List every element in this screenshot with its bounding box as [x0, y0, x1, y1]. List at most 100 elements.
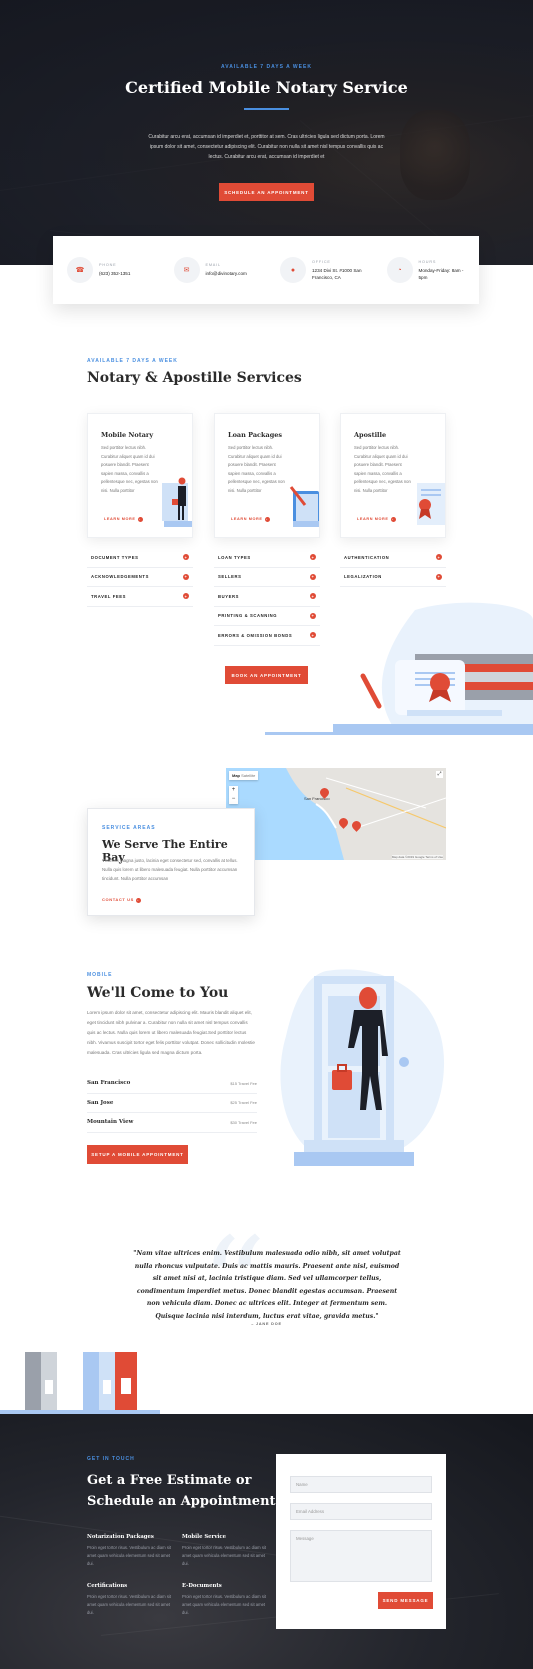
plus-icon: + [436, 554, 442, 561]
certificate-illustration [417, 483, 445, 525]
info-phone[interactable]: ☎ PHONE (623) 352-1351 [53, 236, 160, 304]
mobile-title: We'll Come to You [87, 985, 229, 1001]
testimonial-quote: "Nam vitae ultrices enim. Vestibulum mal… [133, 1250, 401, 1320]
hero-text: Curabitur arcu erat, accumsan id imperdi… [148, 134, 385, 160]
name-field[interactable]: Name [290, 1476, 432, 1493]
info-label: HOURS [418, 259, 437, 264]
accordion-label: AUTHENTICATION [344, 554, 390, 560]
arrow-right-icon: › [137, 517, 143, 522]
accordion-label: LOAN TYPES [218, 554, 251, 560]
accordion-item[interactable]: AUTHENTICATION + [340, 548, 446, 568]
hero-divider [244, 108, 289, 110]
arrow-right-icon: › [264, 517, 270, 522]
learn-more-link[interactable]: LEARN MORE › [231, 517, 270, 522]
satellite-tab[interactable]: Satellite [241, 773, 255, 778]
plus-icon: + [310, 573, 316, 580]
info-label: OFFICE [312, 259, 331, 264]
service-card-loan-packages[interactable]: Loan Packages Sed porttitor lectus nibh.… [214, 413, 320, 538]
accordion-label: BUYERS [218, 593, 240, 599]
accordion-item[interactable]: SELLERS + [214, 568, 320, 587]
feature-title: Certifications [87, 1583, 128, 1589]
accordion-label: SELLERS [218, 574, 242, 580]
map-type-toggle[interactable]: Map Satellite [229, 771, 259, 780]
location-name: Mountain View [87, 1119, 134, 1126]
service-area-map[interactable]: Map Satellite + − ⤢ San Francisco Map dat… [226, 768, 446, 860]
zoom-in-button[interactable]: + [229, 786, 238, 795]
accordion-item[interactable]: LOAN TYPES + [214, 548, 320, 568]
accordion-item[interactable]: TRAVEL FEES + [87, 587, 193, 607]
info-office[interactable]: ● OFFICE 1234 Divi St. #1000 San Francisc… [266, 236, 373, 304]
feature-text: Proin eget tortor risus. Vestibulum ac d… [182, 1545, 267, 1566]
accordion-label: DOCUMENT TYPES [91, 554, 139, 560]
notary-person-illustration [162, 477, 192, 527]
feature-title: Mobile Service [182, 1534, 227, 1540]
plus-icon: + [183, 554, 189, 561]
contact-section: GET IN TOUCH Get a Free Estimate or Sche… [0, 1414, 533, 1669]
phone-icon: ☎ [67, 257, 93, 283]
plus-icon: + [183, 593, 189, 600]
map-attribution: Map data ©2019 Google Terms of Use [391, 855, 443, 859]
schedule-appointment-button[interactable]: SCHEDULE AN APPOINTMENT [219, 183, 314, 201]
accordion-item[interactable]: ACKNOWLEDGEMENTS + [87, 568, 193, 587]
contact-feature: E-Documents Proin eget tortor risus. Vest… [182, 1583, 267, 1617]
testimonial-author: – JANE DOE [251, 1322, 282, 1326]
learn-more-label: LEARN MORE [231, 517, 263, 521]
info-value: Monday-Friday: 8am - 5pm [418, 267, 464, 280]
learn-more-label: LEARN MORE [357, 517, 389, 521]
card-title: Mobile Notary [101, 431, 154, 439]
arrow-right-icon: › [390, 517, 396, 522]
accordion-label: TRAVEL FEES [91, 593, 127, 599]
mobile-eyebrow: MOBILE [87, 972, 113, 978]
location-name: San Jose [87, 1099, 114, 1106]
feature-text: Proin eget tortor risus. Vestibulum ac d… [87, 1545, 172, 1566]
plus-icon: + [183, 573, 189, 580]
fullscreen-icon[interactable]: ⤢ [436, 771, 443, 778]
feature-text: Proin eget tortor risus. Vestibulum ac d… [87, 1594, 172, 1615]
zoom-controls[interactable]: + − [229, 786, 238, 804]
plus-icon: + [310, 554, 316, 561]
plus-icon: + [436, 573, 442, 580]
map-tab[interactable]: Map [232, 773, 240, 778]
zoom-out-button[interactable]: − [229, 795, 238, 804]
service-areas-card: SERVICE AREAS We Serve The Entire Bay Vi… [87, 808, 255, 916]
email-field[interactable]: Email Address [290, 1503, 432, 1520]
contact-eyebrow: GET IN TOUCH [87, 1456, 135, 1462]
learn-more-link[interactable]: LEARN MORE › [104, 517, 143, 522]
accordion-item[interactable]: LEGALIZATION + [340, 568, 446, 587]
contact-feature: Mobile Service Proin eget tortor risus. V… [182, 1534, 267, 1568]
plus-icon: + [310, 593, 316, 600]
info-hours[interactable]: ◔ HOURS Monday-Friday: 8am - 5pm [373, 236, 480, 304]
contact-title: Get a Free Estimate or Schedule an Appoi… [87, 1473, 276, 1509]
service-card-mobile-notary[interactable]: Mobile Notary Sed porttitor lectus nibh.… [87, 413, 193, 538]
loan-book-illustration [289, 486, 319, 527]
contact-us-link[interactable]: CONTACT US › [102, 897, 141, 903]
accordion-item[interactable]: DOCUMENT TYPES + [87, 548, 193, 568]
contact-form: Name Email Address Message SEND MESSAGE [276, 1454, 446, 1629]
location-row: San Francisco $15 Travel Fee [87, 1074, 257, 1094]
mail-icon: ✉ [173, 257, 200, 283]
card-text: Sed porttitor lectus nibh. Curabitur ali… [101, 445, 158, 493]
learn-more-link[interactable]: LEARN MORE › [357, 517, 396, 522]
services-eyebrow: AVAILABLE 7 DAYS A WEEK [87, 358, 178, 364]
map-terrain [226, 768, 446, 860]
hero-eyebrow: AVAILABLE 7 DAYS A WEEK [221, 64, 312, 70]
hero-section: AVAILABLE 7 DAYS A WEEK Certified Mobile… [0, 0, 533, 265]
accordion-label: ACKNOWLEDGEMENTS [91, 574, 149, 580]
clock-icon: ◔ [386, 257, 413, 283]
services-title: Notary & Apostille Services [87, 370, 302, 386]
service-areas-text: Vivamus magna justo, lacinia eget consec… [102, 858, 238, 881]
message-field[interactable]: Message [290, 1530, 432, 1582]
contact-us-label: CONTACT US [102, 897, 134, 902]
location-row: San Jose $25 Travel Fee [87, 1094, 257, 1113]
pin-icon: ● [280, 257, 306, 283]
card-title: Loan Packages [228, 431, 283, 439]
service-card-apostille[interactable]: Apostille Sed porttitor lectus nibh. Cur… [340, 413, 446, 538]
setup-mobile-appointment-button[interactable]: SETUP A MOBILE APPOINTMENT [87, 1145, 188, 1164]
info-value: 1234 Divi St. #1000 San Francisco, CA [312, 267, 362, 280]
info-email[interactable]: ✉ EMAIL info@divinotary.com [160, 236, 267, 304]
hero-title: Certified Mobile Notary Service [125, 78, 408, 97]
location-fee: $30 Travel Fee [230, 1119, 257, 1125]
info-label: PHONE [99, 263, 117, 267]
send-message-button[interactable]: SEND MESSAGE [378, 1592, 433, 1609]
info-value: (623) 352-1351 [99, 271, 131, 276]
